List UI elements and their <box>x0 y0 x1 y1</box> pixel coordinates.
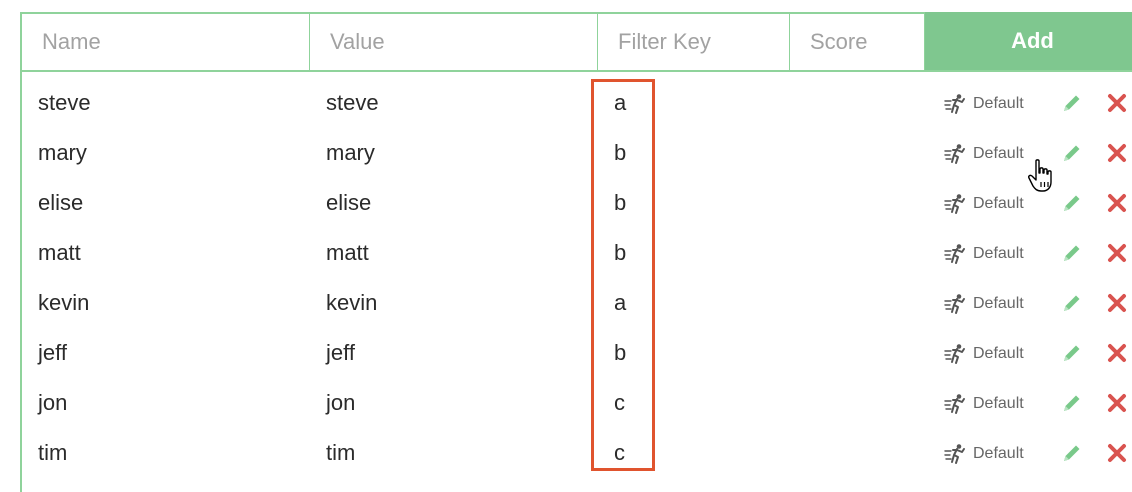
running-person-icon[interactable] <box>944 243 966 265</box>
running-person-icon[interactable] <box>944 443 966 465</box>
filter-key-input[interactable] <box>598 14 789 70</box>
pencil-icon[interactable] <box>1060 391 1084 415</box>
close-icon[interactable] <box>1106 92 1128 114</box>
close-icon[interactable] <box>1106 392 1128 414</box>
value-input[interactable] <box>310 14 597 70</box>
row-name: steve <box>38 90 91 115</box>
mode-label[interactable]: Default <box>973 228 1024 278</box>
running-person-icon[interactable] <box>944 93 966 115</box>
running-person-icon[interactable] <box>944 193 966 215</box>
table-row: jeff jeff b Default <box>22 328 1132 378</box>
table-row: jon jon c Default <box>22 378 1132 428</box>
running-person-icon[interactable] <box>944 393 966 415</box>
mode-label[interactable]: Default <box>973 128 1024 178</box>
row-value: jeff <box>326 340 355 365</box>
mode-label[interactable]: Default <box>973 378 1024 428</box>
mode-label[interactable]: Default <box>973 278 1024 328</box>
data-table: Add stevesteveaDefaultmarymarybDefaultel… <box>20 12 1132 492</box>
row-value: matt <box>326 240 369 265</box>
row-value: steve <box>326 90 379 115</box>
name-input[interactable] <box>22 14 309 70</box>
close-icon[interactable] <box>1106 342 1128 364</box>
table-row: kevin kevin a Default <box>22 278 1132 328</box>
pencil-icon[interactable] <box>1060 241 1084 265</box>
table-header-row: Add <box>22 12 1132 72</box>
mode-label[interactable]: Default <box>973 178 1024 228</box>
filter-key-header-cell <box>598 14 790 70</box>
row-value: kevin <box>326 290 378 315</box>
row-filter-key: a <box>614 90 627 115</box>
row-filter-key: b <box>614 340 627 365</box>
close-icon[interactable] <box>1106 142 1128 164</box>
mode-label[interactable]: Default <box>973 428 1024 478</box>
table-row: elise elise b Default <box>22 178 1132 228</box>
value-header-cell <box>310 14 598 70</box>
mode-label[interactable]: Default <box>973 78 1024 128</box>
table-row: tim tim c Default <box>22 428 1132 478</box>
close-icon[interactable] <box>1106 292 1128 314</box>
name-header-cell <box>22 14 310 70</box>
row-value: jon <box>326 390 356 415</box>
close-icon[interactable] <box>1106 242 1128 264</box>
pencil-icon[interactable] <box>1060 141 1084 165</box>
row-name: mary <box>38 140 87 165</box>
row-filter-key: b <box>614 140 627 165</box>
row-filter-key: b <box>614 240 627 265</box>
score-header-cell <box>790 14 925 70</box>
row-value: elise <box>326 190 372 215</box>
pencil-icon[interactable] <box>1060 341 1084 365</box>
row-name: jeff <box>38 340 67 365</box>
row-filter-key: c <box>614 440 625 465</box>
row-filter-key: c <box>614 390 625 415</box>
mode-label[interactable]: Default <box>973 328 1024 378</box>
pencil-icon[interactable] <box>1060 441 1084 465</box>
row-filter-key: b <box>614 190 627 215</box>
row-name: kevin <box>38 290 90 315</box>
row-name: tim <box>38 440 68 465</box>
row-filter-key: a <box>614 290 627 315</box>
pencil-icon[interactable] <box>1060 191 1084 215</box>
table-row: mary mary b Default <box>22 128 1132 178</box>
pencil-icon[interactable] <box>1060 91 1084 115</box>
row-value: mary <box>326 140 375 165</box>
row-value: tim <box>326 440 356 465</box>
running-person-icon[interactable] <box>944 343 966 365</box>
running-person-icon[interactable] <box>944 143 966 165</box>
add-button[interactable]: Add <box>925 12 1132 70</box>
close-icon[interactable] <box>1106 192 1128 214</box>
close-icon[interactable] <box>1106 442 1128 464</box>
row-name: matt <box>38 240 81 265</box>
table-row: steve steve a Default <box>22 78 1132 128</box>
score-input[interactable] <box>790 14 924 70</box>
row-name: elise <box>38 190 84 215</box>
table-row: matt matt b Default <box>22 228 1132 278</box>
pencil-icon[interactable] <box>1060 291 1084 315</box>
running-person-icon[interactable] <box>944 293 966 315</box>
row-name: jon <box>38 390 68 415</box>
